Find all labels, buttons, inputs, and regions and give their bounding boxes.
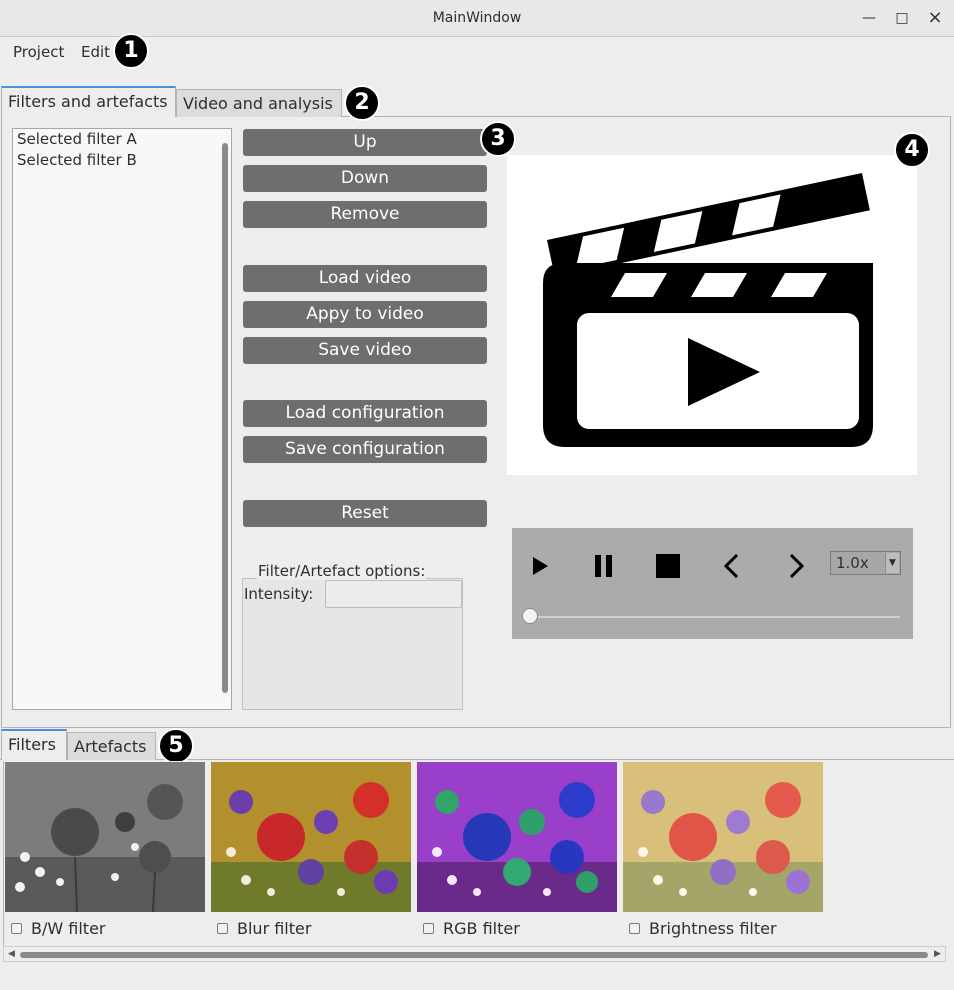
selected-filters-list[interactable]: Selected filter A Selected filter B bbox=[12, 128, 232, 710]
filter-gallery: B/W filter Blur filter RGB filter Bright… bbox=[3, 761, 946, 961]
load-configuration-button[interactable]: Load configuration bbox=[243, 400, 487, 427]
progress-slider-handle[interactable] bbox=[522, 608, 538, 624]
callout-badge-1: 1 bbox=[113, 33, 149, 69]
next-icon[interactable] bbox=[778, 551, 814, 581]
bw-filter-checkbox[interactable] bbox=[11, 923, 22, 934]
blur-filter-option[interactable]: Blur filter bbox=[217, 919, 311, 938]
speed-value: 1.0x bbox=[836, 554, 869, 572]
intensity-label: Intensity: bbox=[244, 585, 314, 603]
tab-video-and-analysis[interactable]: Video and analysis bbox=[176, 89, 342, 117]
stop-icon[interactable] bbox=[650, 551, 686, 581]
brightness-filter-label: Brightness filter bbox=[649, 919, 777, 938]
remove-button[interactable]: Remove bbox=[243, 201, 487, 228]
play-icon[interactable] bbox=[522, 551, 558, 581]
bw-filter-option[interactable]: B/W filter bbox=[11, 919, 106, 938]
list-item[interactable]: Selected filter A bbox=[13, 129, 231, 150]
rgb-filter-thumbnail[interactable] bbox=[417, 762, 617, 912]
down-button[interactable]: Down bbox=[243, 165, 487, 192]
tab-filters[interactable]: Filters bbox=[1, 729, 67, 760]
up-button[interactable]: Up bbox=[243, 129, 487, 156]
video-controls: 1.0x ▼ bbox=[512, 528, 913, 639]
rgb-filter-label: RGB filter bbox=[443, 919, 520, 938]
callout-badge-5: 5 bbox=[158, 728, 194, 764]
title-bar: MainWindow — □ × bbox=[0, 0, 954, 37]
brightness-filter-thumbnail[interactable] bbox=[623, 762, 823, 912]
load-video-button[interactable]: Load video bbox=[243, 265, 487, 292]
tab-artefacts[interactable]: Artefacts bbox=[67, 732, 156, 760]
blur-filter-thumbnail[interactable] bbox=[211, 762, 411, 912]
callout-badge-4: 4 bbox=[894, 132, 930, 168]
horizontal-scrollbar[interactable] bbox=[20, 952, 928, 958]
chevron-down-icon[interactable]: ▼ bbox=[885, 553, 899, 573]
pause-icon[interactable] bbox=[586, 551, 622, 581]
speed-select[interactable]: 1.0x ▼ bbox=[830, 551, 901, 575]
bw-filter-thumbnail[interactable] bbox=[5, 762, 205, 912]
progress-track[interactable] bbox=[530, 616, 900, 618]
reset-button[interactable]: Reset bbox=[243, 500, 487, 527]
vertical-scrollbar[interactable] bbox=[222, 143, 228, 693]
video-preview bbox=[507, 155, 917, 475]
scroll-left-icon[interactable]: ◀ bbox=[8, 949, 15, 959]
list-item[interactable]: Selected filter B bbox=[13, 150, 231, 171]
brightness-filter-checkbox[interactable] bbox=[629, 923, 640, 934]
previous-icon[interactable] bbox=[714, 551, 750, 581]
blur-filter-label: Blur filter bbox=[237, 919, 312, 938]
scroll-right-icon[interactable]: ▶ bbox=[934, 949, 941, 959]
callout-badge-2: 2 bbox=[344, 85, 380, 121]
menu-edit[interactable]: Edit bbox=[81, 43, 110, 61]
bw-filter-label: B/W filter bbox=[31, 919, 106, 938]
save-video-button[interactable]: Save video bbox=[243, 337, 487, 364]
options-title: Filter/Artefact options: bbox=[257, 562, 427, 580]
blur-filter-checkbox[interactable] bbox=[217, 923, 228, 934]
minimize-button[interactable]: — bbox=[860, 9, 878, 27]
tab-filters-and-artefacts[interactable]: Filters and artefacts bbox=[1, 86, 176, 117]
rgb-filter-option[interactable]: RGB filter bbox=[423, 919, 520, 938]
rgb-filter-checkbox[interactable] bbox=[423, 923, 434, 934]
menu-project[interactable]: Project bbox=[13, 43, 64, 61]
save-configuration-button[interactable]: Save configuration bbox=[243, 436, 487, 463]
apply-to-video-button[interactable]: Appy to video bbox=[243, 301, 487, 328]
clapperboard-play-icon bbox=[543, 173, 873, 447]
close-button[interactable]: × bbox=[926, 9, 944, 27]
brightness-filter-option[interactable]: Brightness filter bbox=[629, 919, 777, 938]
window-title: MainWindow bbox=[432, 10, 522, 26]
intensity-input[interactable] bbox=[325, 580, 462, 608]
maximize-button[interactable]: □ bbox=[893, 9, 911, 27]
callout-badge-3: 3 bbox=[480, 121, 516, 157]
